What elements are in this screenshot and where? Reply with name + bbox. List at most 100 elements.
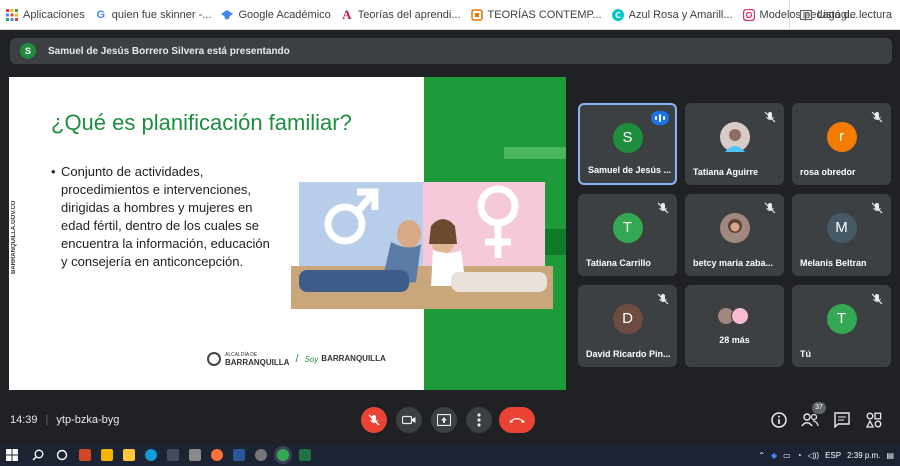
taskbar-clock[interactable]: 2:39 p.m. — [847, 451, 880, 460]
participant-tile[interactable]: D David Ricardo Pin... — [578, 285, 677, 367]
leave-call-button[interactable] — [499, 407, 535, 433]
participant-tile[interactable]: r rosa obredor — [792, 103, 891, 185]
participant-avatar: D — [612, 304, 643, 335]
svg-text:C: C — [615, 11, 621, 20]
language-indicator[interactable]: ESP — [825, 451, 841, 460]
network-icon[interactable]: ◔ — [797, 451, 802, 460]
bookmarks-bar: Aplicaciones G quien fue skinner -... Go… — [0, 0, 900, 30]
participant-tile-self[interactable]: T Tú — [792, 285, 891, 367]
search-icon[interactable] — [32, 449, 44, 461]
slogan-city: BARRANQUILLA — [321, 354, 386, 363]
bookmark-scholar[interactable]: Google Académico — [221, 8, 331, 21]
mic-off-icon — [871, 293, 883, 305]
camera-toggle-button[interactable] — [396, 407, 422, 433]
slogan-soy: Soy — [304, 354, 319, 364]
participant-tile[interactable]: S Samuel de Jesús ... — [578, 103, 677, 185]
activities-button[interactable] — [863, 409, 885, 431]
reading-list-button[interactable]: Lista de lectura — [789, 0, 892, 30]
slide-photo — [291, 182, 553, 309]
windows-start-icon[interactable] — [6, 449, 18, 461]
chat-button[interactable] — [831, 409, 853, 431]
participant-avatar: T — [612, 213, 643, 244]
media-player-icon[interactable] — [101, 449, 113, 461]
participant-name: David Ricardo Pin... — [586, 349, 671, 359]
more-options-button[interactable] — [466, 407, 492, 433]
meeting-info: 14:39 | ytp-bzka-byg — [10, 414, 119, 426]
letter-a-icon: A — [342, 6, 352, 22]
meeting-details-button[interactable] — [768, 409, 790, 431]
participant-tile[interactable]: M Melanis Beltran — [792, 194, 891, 276]
bullet-text: Conjunto de actividades, procedimientos … — [61, 164, 270, 269]
participant-name: Tatiana Aguirre — [693, 167, 759, 177]
present-button[interactable] — [431, 407, 457, 433]
edge-icon[interactable] — [145, 449, 157, 461]
bookmark-label: quien fue skinner -... — [111, 8, 212, 21]
reading-list-label: Lista de lectura — [817, 9, 892, 21]
participant-tile[interactable]: T Tatiana Carrillo — [578, 194, 677, 276]
participant-name: Samuel de Jesús ... — [588, 165, 672, 175]
meeting-time: 14:39 — [10, 414, 38, 426]
slide-title: ¿Qué es planificación familiar? — [51, 110, 352, 135]
avatar-photo — [727, 219, 742, 234]
logo-text: ALCALDÍA DE BARRANQUILLA — [225, 352, 290, 367]
mic-off-icon — [871, 202, 883, 214]
bookmark-canva[interactable]: C Azul Rosa y Amarill... — [611, 8, 733, 21]
meeting-controls-bar: 14:39 | ytp-bzka-byg 37 — [0, 396, 900, 444]
task-view-icon[interactable] — [56, 449, 68, 461]
present-screen-icon — [437, 414, 451, 426]
photos-icon[interactable] — [189, 449, 201, 461]
presenting-banner: S Samuel de Jesús Borrero Silvera está p… — [10, 38, 892, 64]
more-participants-tile[interactable]: 28 más — [685, 285, 784, 367]
participant-name: betcy maria zaba... — [693, 258, 774, 268]
store-icon[interactable] — [167, 449, 179, 461]
file-explorer-icon[interactable] — [123, 449, 135, 461]
more-vert-icon — [477, 413, 481, 427]
participant-avatar: r — [826, 122, 857, 153]
battery-icon[interactable]: ▭ — [783, 451, 791, 460]
tray-chevron-icon[interactable]: ⌃ — [758, 451, 765, 460]
instagram-icon — [742, 8, 755, 21]
settings-icon[interactable] — [255, 449, 267, 461]
apps-grid-icon — [6, 8, 18, 21]
bookmark-label: Google Académico — [238, 8, 331, 21]
slide-bullet: • Conjunto de actividades, procedimiento… — [51, 163, 277, 271]
mic-off-icon — [657, 293, 669, 305]
participant-avatar: M — [826, 213, 857, 244]
participant-name: Tatiana Carrillo — [586, 258, 651, 268]
chrome-icon[interactable] — [277, 449, 289, 461]
participant-tile[interactable]: betcy maria zaba... — [685, 194, 784, 276]
participant-avatar — [719, 213, 750, 244]
teorias-icon — [470, 8, 483, 21]
participant-avatar: S — [612, 122, 643, 153]
activities-icon — [866, 412, 882, 428]
camera-icon — [402, 415, 416, 425]
firefox-icon[interactable] — [211, 449, 223, 461]
volume-icon[interactable]: ◁)) — [808, 451, 819, 460]
avatar-photo — [724, 129, 745, 153]
mic-off-icon — [871, 111, 883, 123]
bookmark-apps[interactable]: Aplicaciones — [6, 8, 85, 21]
scholar-icon — [221, 9, 234, 21]
bookmark-teorias-contemp[interactable]: TEORÍAS CONTEMP... — [470, 8, 602, 21]
windows-taskbar: ⌃ ◆ ▭ ◔ ◁)) ESP 2:39 p.m. ▤ — [0, 444, 900, 466]
reading-list-icon — [800, 9, 813, 21]
participant-name: Tú — [800, 349, 811, 359]
participant-name: rosa obredor — [800, 167, 856, 177]
mic-off-icon — [657, 202, 669, 214]
bookmark-label: Azul Rosa y Amarill... — [628, 8, 733, 21]
mic-toggle-button[interactable] — [361, 407, 387, 433]
speaking-indicator-icon — [651, 111, 669, 125]
participant-tile[interactable]: Tatiana Aguirre — [685, 103, 784, 185]
excel-icon[interactable] — [299, 449, 311, 461]
chat-icon — [834, 412, 850, 428]
notifications-icon[interactable]: ▤ — [886, 451, 894, 460]
bookmark-skinner[interactable]: G quien fue skinner -... — [95, 8, 212, 21]
bookmark-label: Teorías del aprendi... — [357, 8, 461, 21]
word-icon[interactable] — [233, 449, 245, 461]
system-tray: ⌃ ◆ ▭ ◔ ◁)) ESP 2:39 p.m. ▤ — [752, 444, 894, 466]
bookmark-teorias[interactable]: A Teorías del aprendi... — [341, 6, 461, 22]
info-icon — [771, 412, 787, 428]
shield-icon[interactable]: ◆ — [771, 451, 777, 460]
powerpoint-icon[interactable] — [79, 449, 91, 461]
bullet-dot: • — [51, 164, 56, 179]
